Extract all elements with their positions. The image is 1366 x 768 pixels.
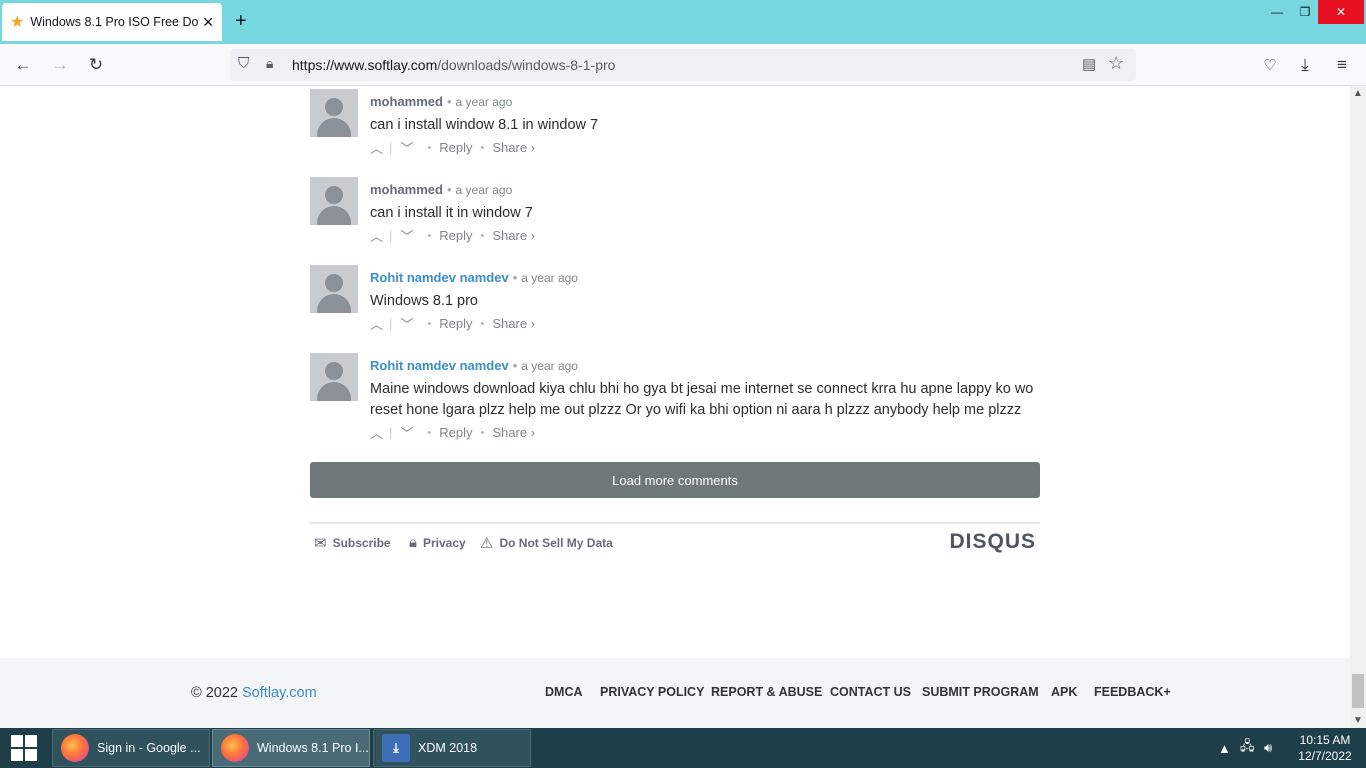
new-tab-button[interactable]: + (235, 10, 247, 33)
avatar[interactable] (310, 353, 358, 401)
downvote-icon[interactable]: ﹀ (400, 138, 413, 157)
site-home-link[interactable]: Softlay.com (242, 685, 317, 701)
downvote-icon[interactable]: ﹀ (400, 226, 413, 245)
upvote-icon[interactable]: ︿ (370, 226, 383, 245)
footer-link-contact-us[interactable]: CONTACT US (830, 685, 911, 699)
comment-item: Rohit namdev namdev • a year ago Windows 8… (310, 265, 1050, 345)
footer-link-feedback[interactable]: FEEDBACK+ (1094, 685, 1171, 699)
minimize-button[interactable]: — (1262, 0, 1292, 24)
comment-text: Maine windows download kiya chlu bhi ho … (370, 381, 1034, 418)
comment-time[interactable]: a year ago (456, 95, 513, 109)
system-clock[interactable]: 10:15 AM 12/7/2022 (1290, 732, 1360, 764)
load-more-comments-button[interactable]: Load more comments (310, 462, 1040, 498)
upvote-icon[interactable]: ︿ (370, 314, 383, 333)
network-icon[interactable]: 🖧︎ (1240, 728, 1255, 768)
close-window-button[interactable]: ✕ (1318, 0, 1364, 24)
bookmark-star-icon[interactable]: ☆ (1108, 53, 1124, 74)
comment-text: can i install it in window 7 (370, 205, 533, 221)
windows-taskbar: Sign in - Google ... Windows 8.1 Pro I..… (0, 728, 1366, 768)
start-button[interactable] (0, 728, 48, 768)
warning-icon: ⚠ (480, 535, 494, 552)
xdm-icon: ⤓ (382, 734, 410, 762)
lock-icon: 🔒︎ (409, 534, 417, 551)
taskbar-item[interactable]: Sign in - Google ... (52, 729, 210, 767)
page-content: mohammed • a year ago can i install window… (0, 86, 1350, 728)
do-not-sell-link[interactable]: ⚠ Do Not Sell My Data (480, 534, 613, 552)
windows-logo-icon (11, 735, 37, 761)
envelope-icon: ✉ (314, 535, 327, 552)
comment-author[interactable]: mohammed (370, 94, 443, 109)
footer-link-privacy-policy[interactable]: PRIVACY POLICY (600, 685, 704, 699)
upvote-icon[interactable]: ︿ (370, 423, 383, 442)
avatar[interactable] (310, 89, 358, 137)
footer-link-report-abuse[interactable]: REPORT & ABUSE (711, 685, 822, 699)
scroll-up-icon[interactable]: ▲ (1353, 88, 1363, 99)
back-arrow-icon[interactable]: ← (10, 52, 36, 78)
taskbar-item[interactable]: Windows 8.1 Pro I... (212, 729, 370, 767)
copyright: © 2022 Softlay.com (191, 685, 317, 701)
maximize-button[interactable]: ❐ (1290, 0, 1320, 24)
comment-time[interactable]: a year ago (456, 183, 513, 197)
comment-item: mohammed • a year ago can i install it in … (310, 177, 1050, 257)
downvote-icon[interactable]: ﹀ (400, 423, 413, 442)
comment-author[interactable]: Rohit namdev namdev (370, 358, 509, 373)
tab-strip: ★ Windows 8.1 Pro ISO Free Down ✕ + — ❐ … (0, 0, 1366, 44)
show-hidden-icons-icon[interactable]: ▲ (1218, 728, 1231, 768)
reader-view-icon[interactable]: ▤ (1082, 55, 1096, 73)
avatar[interactable] (310, 177, 358, 225)
reply-link[interactable]: Reply (439, 316, 472, 331)
forward-arrow-icon[interactable]: → (47, 52, 73, 78)
star-favicon-icon: ★ (10, 14, 25, 31)
comment-text: can i install window 8.1 in window 7 (370, 117, 599, 133)
avatar[interactable] (310, 265, 358, 313)
footer-link-submit-program[interactable]: SUBMIT PROGRAM (922, 685, 1039, 699)
privacy-link[interactable]: 🔒︎ Privacy (409, 534, 466, 551)
reply-link[interactable]: Reply (439, 228, 472, 243)
navigation-toolbar: ← → ↻ ⛉ 🔒︎ https://www.softlay.com/downl… (0, 44, 1366, 86)
pocket-icon[interactable]: ♡ (1257, 52, 1283, 78)
firefox-icon (221, 734, 249, 762)
upvote-icon[interactable]: ︿ (370, 138, 383, 157)
lock-icon[interactable]: 🔒︎ (266, 55, 273, 72)
share-link[interactable]: Share › (492, 425, 535, 440)
comment-time[interactable]: a year ago (521, 271, 578, 285)
reply-link[interactable]: Reply (439, 425, 472, 440)
url-text[interactable]: https://www.softlay.com/downloads/window… (292, 57, 615, 73)
share-link[interactable]: Share › (492, 228, 535, 243)
reload-icon[interactable]: ↻ (83, 52, 109, 78)
comment-item: Rohit namdev namdev • a year ago Maine win… (310, 353, 1050, 453)
tab-close-icon[interactable]: ✕ (202, 14, 214, 31)
menu-hamburger-icon[interactable]: ≡ (1329, 52, 1355, 78)
subscribe-link[interactable]: ✉ Subscribe (314, 534, 391, 552)
comment-author[interactable]: mohammed (370, 182, 443, 197)
firefox-icon (61, 734, 89, 762)
footer-link-dmca[interactable]: DMCA (545, 685, 583, 699)
tracking-shield-icon[interactable]: ⛉ (238, 55, 249, 72)
scroll-down-icon[interactable]: ▼ (1353, 715, 1363, 726)
reply-link[interactable]: Reply (439, 140, 472, 155)
page-scrollbar[interactable]: ▲ ▼ (1350, 86, 1366, 728)
downvote-icon[interactable]: ﹀ (400, 314, 413, 333)
tab-title: Windows 8.1 Pro ISO Free Down (30, 15, 199, 29)
comment-text: Windows 8.1 pro (370, 293, 478, 309)
downloads-icon[interactable]: ⤓ (1292, 52, 1318, 78)
comment-item: mohammed • a year ago can i install window… (310, 89, 1050, 169)
share-link[interactable]: Share › (492, 316, 535, 331)
tab-active[interactable]: ★ Windows 8.1 Pro ISO Free Down ✕ (2, 3, 222, 41)
address-bar[interactable]: ⛉ 🔒︎ https://www.softlay.com/downloads/w… (230, 49, 1136, 81)
disqus-footer: ✉ Subscribe 🔒︎ Privacy ⚠ Do Not Sell My Dat… (310, 522, 1040, 562)
disqus-logo[interactable]: DISQUS (949, 530, 1036, 554)
comment-author[interactable]: Rohit namdev namdev (370, 270, 509, 285)
volume-icon[interactable]: 🔊︎ (1264, 728, 1272, 768)
taskbar-item[interactable]: ⤓ XDM 2018 (373, 729, 531, 767)
scroll-thumb[interactable] (1352, 674, 1364, 708)
footer-link-apk[interactable]: APK (1051, 685, 1077, 699)
site-footer: © 2022 Softlay.com DMCA PRIVACY POLICY R… (0, 658, 1350, 728)
comment-time[interactable]: a year ago (521, 359, 578, 373)
share-link[interactable]: Share › (492, 140, 535, 155)
